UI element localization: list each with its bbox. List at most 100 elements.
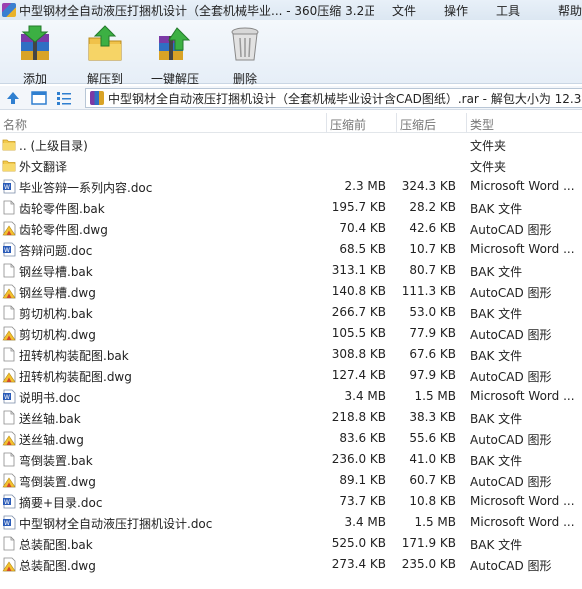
file-original-size: 41.0 KB bbox=[409, 452, 456, 466]
file-type: Microsoft Word ... bbox=[470, 515, 575, 529]
word-icon: W bbox=[2, 515, 16, 530]
file-row[interactable]: 总装配图.dwg 273.4 KB 235.0 KB AutoCAD 图形 bbox=[0, 554, 582, 575]
column-divider[interactable] bbox=[396, 113, 397, 133]
file-original-size: 53.0 KB bbox=[409, 305, 456, 319]
svg-text:W: W bbox=[4, 394, 10, 401]
file-original-size: 1.5 MB bbox=[414, 389, 456, 403]
file-row[interactable]: W 中型钢材全自动液压打捆机设计.doc 3.4 MB 1.5 MB Microsoft… bbox=[0, 512, 582, 533]
file-type: 文件夹 bbox=[470, 160, 507, 174]
file-row[interactable]: 扭转机构装配图.bak 308.8 KB 67.6 KB BAK 文件 bbox=[0, 344, 582, 365]
file-row[interactable]: W 毕业答辩一系列内容.doc 2.3 MB 324.3 KB Microsoft Wo… bbox=[0, 176, 582, 197]
file-icon bbox=[2, 305, 16, 320]
file-original-size: 10.8 KB bbox=[409, 494, 456, 508]
add-button[interactable]: 添加 bbox=[5, 24, 65, 86]
word-icon: W bbox=[2, 179, 16, 194]
file-compressed-size: 195.7 KB bbox=[331, 200, 386, 214]
one-click-extract-button[interactable]: 一键解压 bbox=[145, 24, 205, 86]
window-title: 中型钢材全自动液压打捆机设计（全套机械毕业... - 360压缩 3.2正式 bbox=[19, 3, 374, 18]
column-divider[interactable] bbox=[466, 113, 467, 133]
column-type[interactable]: 类型 bbox=[470, 116, 494, 133]
menu-operate[interactable]: 操作 bbox=[444, 2, 468, 19]
cad-icon bbox=[2, 326, 16, 341]
delete-button[interactable]: 删除 bbox=[215, 24, 275, 86]
file-icon bbox=[2, 452, 16, 467]
file-compressed-size: 83.6 KB bbox=[339, 431, 386, 445]
list-view-button[interactable] bbox=[55, 89, 73, 107]
file-name: 总装配图.dwg bbox=[19, 559, 96, 573]
file-type: Microsoft Word ... bbox=[470, 242, 575, 256]
file-row[interactable]: 齿轮零件图.dwg 70.4 KB 42.6 KB AutoCAD 图形 bbox=[0, 218, 582, 239]
file-row[interactable]: 剪切机构.bak 266.7 KB 53.0 KB BAK 文件 bbox=[0, 302, 582, 323]
file-compressed-size: 236.0 KB bbox=[331, 452, 386, 466]
file-original-size: 55.6 KB bbox=[409, 431, 456, 445]
file-original-size: 42.6 KB bbox=[409, 221, 456, 235]
toolbar: 添加 解压到 一键解压 删除 bbox=[0, 20, 582, 86]
file-row[interactable]: 钢丝导槽.dwg 140.8 KB 111.3 KB AutoCAD 图形 bbox=[0, 281, 582, 302]
file-original-size: 111.3 KB bbox=[401, 284, 456, 298]
file-compressed-size: 525.0 KB bbox=[331, 536, 386, 550]
file-name: 钢丝导槽.bak bbox=[19, 265, 93, 279]
file-row[interactable]: 弯倒装置.bak 236.0 KB 41.0 KB BAK 文件 bbox=[0, 449, 582, 470]
menu-help[interactable]: 帮助 bbox=[558, 2, 582, 19]
path-text: 中型钢材全自动液压打捆机设计（全套机械毕业设计含CAD图纸）.rar - 解包大… bbox=[108, 91, 582, 106]
file-type: BAK 文件 bbox=[470, 202, 523, 216]
extract-to-label: 解压到 bbox=[86, 72, 123, 86]
menu-tools[interactable]: 工具 bbox=[496, 2, 520, 19]
file-original-size: 38.3 KB bbox=[409, 410, 456, 424]
add-archive-icon bbox=[21, 25, 49, 60]
column-compressed[interactable]: 压缩前 bbox=[330, 116, 366, 133]
cad-icon bbox=[2, 473, 16, 488]
file-row[interactable]: 齿轮零件图.bak 195.7 KB 28.2 KB BAK 文件 bbox=[0, 197, 582, 218]
add-label: 添加 bbox=[22, 72, 47, 86]
extract-to-button[interactable]: 解压到 bbox=[75, 24, 135, 86]
file-name: 齿轮零件图.bak bbox=[19, 202, 105, 216]
svg-text:W: W bbox=[4, 499, 10, 506]
file-compressed-size: 2.3 MB bbox=[344, 179, 386, 193]
file-name: 说明书.doc bbox=[19, 391, 81, 405]
file-row[interactable]: 送丝轴.bak 218.8 KB 38.3 KB BAK 文件 bbox=[0, 407, 582, 428]
file-row[interactable]: 总装配图.bak 525.0 KB 171.9 KB BAK 文件 bbox=[0, 533, 582, 554]
file-name: 外文翻译 bbox=[19, 160, 68, 174]
file-row[interactable]: .. (上级目录) 文件夹 bbox=[0, 134, 582, 155]
menu-bar: 文件 操作 工具 帮助 bbox=[374, 2, 582, 19]
up-button[interactable] bbox=[4, 89, 22, 107]
file-type: AutoCAD 图形 bbox=[470, 328, 552, 342]
file-row[interactable]: 钢丝导槽.bak 313.1 KB 80.7 KB BAK 文件 bbox=[0, 260, 582, 281]
file-name: 总装配图.bak bbox=[19, 538, 93, 552]
delete-label: 删除 bbox=[232, 72, 257, 86]
file-original-size: 77.9 KB bbox=[409, 326, 456, 340]
file-compressed-size: 218.8 KB bbox=[331, 410, 386, 424]
arrow-up-icon bbox=[7, 92, 19, 104]
file-icon bbox=[2, 200, 16, 215]
path-field[interactable]: 中型钢材全自动液压打捆机设计（全套机械毕业设计含CAD图纸）.rar - 解包大… bbox=[85, 88, 582, 108]
menu-file[interactable]: 文件 bbox=[392, 2, 416, 19]
file-row[interactable]: 弯倒装置.dwg 89.1 KB 60.7 KB AutoCAD 图形 bbox=[0, 470, 582, 491]
file-name: 中型钢材全自动液压打捆机设计.doc bbox=[19, 517, 213, 531]
file-row[interactable]: W 摘要+目录.doc 73.7 KB 10.8 KB Microsoft Word .… bbox=[0, 491, 582, 512]
column-original[interactable]: 压缩后 bbox=[400, 116, 436, 133]
file-name: 送丝轴.bak bbox=[19, 412, 81, 426]
cad-icon bbox=[2, 557, 16, 572]
file-row[interactable]: 剪切机构.dwg 105.5 KB 77.9 KB AutoCAD 图形 bbox=[0, 323, 582, 344]
file-compressed-size: 140.8 KB bbox=[331, 284, 386, 298]
trash-icon bbox=[231, 27, 259, 61]
view-mode-button[interactable] bbox=[30, 89, 48, 107]
file-type: 文件夹 bbox=[470, 139, 507, 153]
file-row[interactable]: 送丝轴.dwg 83.6 KB 55.6 KB AutoCAD 图形 bbox=[0, 428, 582, 449]
column-divider[interactable] bbox=[326, 113, 327, 133]
file-row[interactable]: W 说明书.doc 3.4 MB 1.5 MB Microsoft Word ... bbox=[0, 386, 582, 407]
file-original-size: 60.7 KB bbox=[409, 473, 456, 487]
svg-text:W: W bbox=[4, 247, 10, 254]
column-name[interactable]: 名称 bbox=[3, 116, 27, 133]
file-icon bbox=[2, 410, 16, 425]
file-type: Microsoft Word ... bbox=[470, 179, 575, 193]
file-name: 剪切机构.bak bbox=[19, 307, 93, 321]
file-row[interactable]: 扭转机构装配图.dwg 127.4 KB 97.9 KB AutoCAD 图形 bbox=[0, 365, 582, 386]
file-row[interactable]: W 答辩问题.doc 68.5 KB 10.7 KB Microsoft Word ..… bbox=[0, 239, 582, 260]
file-compressed-size: 273.4 KB bbox=[331, 557, 386, 571]
file-original-size: 10.7 KB bbox=[409, 242, 456, 256]
file-row[interactable]: 外文翻译 文件夹 bbox=[0, 155, 582, 176]
file-type: BAK 文件 bbox=[470, 307, 523, 321]
file-type: AutoCAD 图形 bbox=[470, 223, 552, 237]
file-original-size: 80.7 KB bbox=[409, 263, 456, 277]
